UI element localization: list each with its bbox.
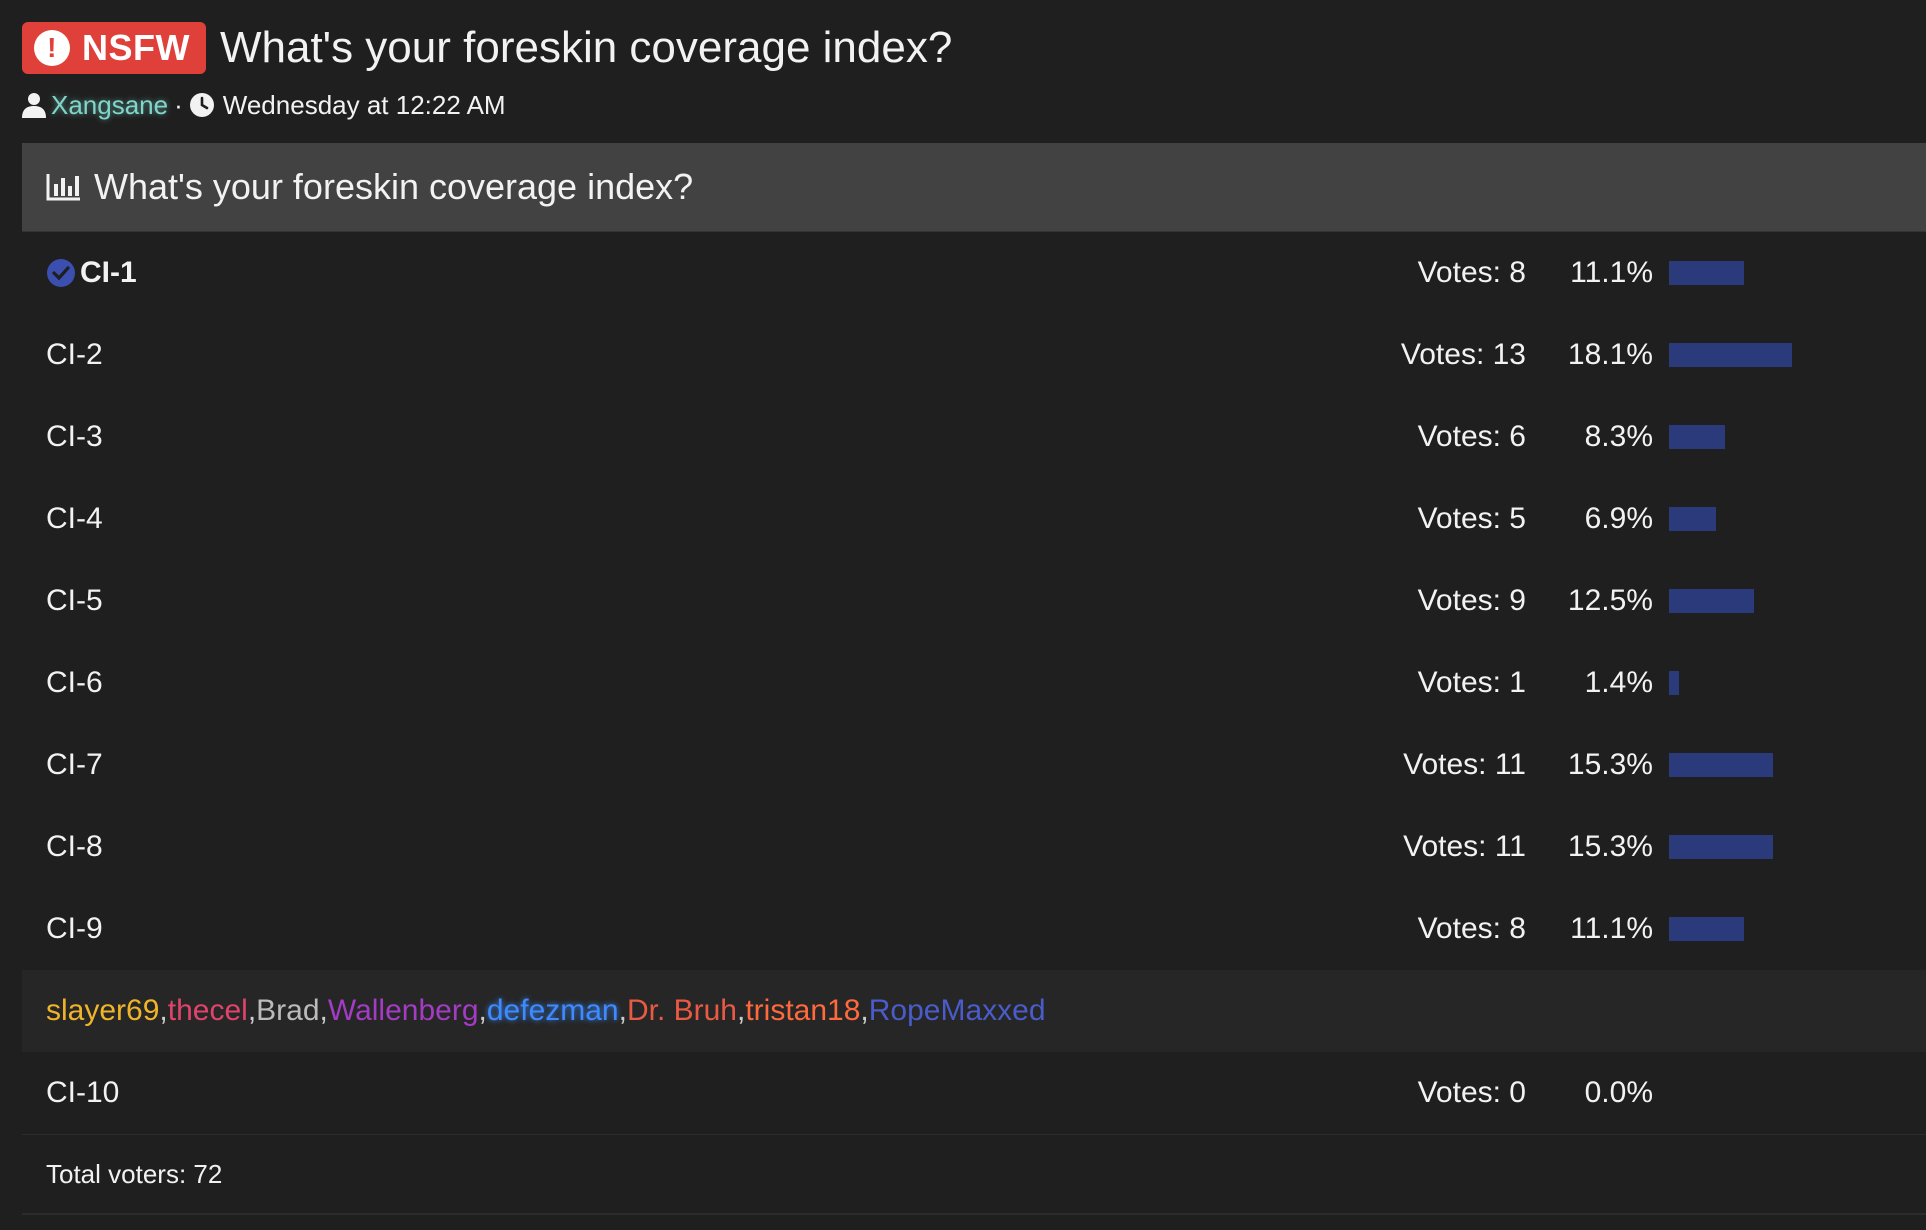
clock-icon bbox=[189, 93, 214, 117]
option-label: CI-9 bbox=[46, 888, 103, 970]
option-label-text: CI-9 bbox=[46, 912, 103, 945]
option-percent: 6.9% bbox=[1584, 502, 1653, 535]
nsfw-badge-label: NSFW bbox=[82, 27, 190, 68]
option-percent: 15.3% bbox=[1567, 748, 1653, 781]
option-votes: Votes: 6 bbox=[1417, 420, 1526, 453]
thread-title: What's your foreskin coverage index? bbox=[219, 23, 953, 72]
option-votes: Votes: 5 bbox=[1417, 502, 1526, 535]
thread-meta: Xangsane · Wednesday at 12:22 AM bbox=[22, 86, 506, 124]
voter-link[interactable]: defezman bbox=[487, 994, 619, 1028]
voter-link[interactable]: Dr. Bruh bbox=[627, 994, 737, 1028]
option-percent: 11.1% bbox=[1570, 912, 1653, 945]
poll-options: CI-1 Votes: 8 11.1% CI-2 Votes: 13 18.1% CI-3 V… bbox=[22, 232, 1926, 970]
voter-list: slayer69, thecel, Brad, Wallenberg, defe… bbox=[22, 970, 1926, 1052]
option-percent: 15.3% bbox=[1567, 830, 1653, 863]
option-label: CI-3 bbox=[46, 396, 103, 478]
option-label: CI-2 bbox=[46, 314, 103, 396]
poll-option-ci-6[interactable]: CI-6 Votes: 1 1.4% bbox=[22, 642, 1926, 724]
meta-separator: · bbox=[174, 89, 183, 120]
option-label: CI-4 bbox=[46, 478, 103, 560]
author-link[interactable]: Xangsane bbox=[51, 90, 168, 121]
voter-separator: , bbox=[618, 994, 627, 1027]
option-label-text: CI-7 bbox=[46, 748, 103, 781]
option-votes: Votes: 8 bbox=[1417, 912, 1526, 945]
option-label: CI-5 bbox=[46, 560, 103, 642]
option-label-text: CI-5 bbox=[46, 584, 103, 617]
poll-block: What's your foreskin coverage index? CI-… bbox=[22, 143, 1926, 1215]
option-bar bbox=[1669, 343, 1793, 367]
voter-link[interactable]: thecel bbox=[168, 994, 248, 1028]
option-percent: 12.5% bbox=[1567, 584, 1653, 617]
option-label: CI-6 bbox=[46, 642, 103, 724]
post-timestamp[interactable]: Wednesday at 12:22 AM bbox=[223, 90, 506, 121]
option-bar bbox=[1669, 589, 1754, 613]
voter-separator: , bbox=[860, 994, 869, 1027]
bar-chart-icon bbox=[46, 174, 80, 201]
voter-link[interactable]: Brad bbox=[256, 994, 319, 1028]
option-percent: 8.3% bbox=[1584, 420, 1653, 453]
option-label-text: CI-8 bbox=[46, 830, 103, 863]
option-label-text: CI-2 bbox=[46, 338, 103, 371]
option-label-text: CI-1 bbox=[80, 256, 137, 289]
option-bar bbox=[1669, 507, 1716, 531]
option-votes: Votes: 0 bbox=[1417, 1076, 1526, 1109]
option-votes: Votes: 9 bbox=[1417, 584, 1526, 617]
voter-link[interactable]: Wallenberg bbox=[328, 994, 479, 1028]
voter-separator: , bbox=[478, 994, 487, 1027]
check-circle-icon bbox=[47, 259, 75, 287]
voter-separator: , bbox=[247, 994, 257, 1027]
option-percent: 18.1% bbox=[1567, 338, 1653, 371]
option-label: CI-8 bbox=[46, 806, 103, 888]
poll-option-ci-5[interactable]: CI-5 Votes: 9 12.5% bbox=[22, 560, 1926, 642]
option-votes: Votes: 11 bbox=[1403, 830, 1526, 863]
option-label: CI-1 bbox=[46, 232, 137, 314]
option-bar bbox=[1669, 753, 1774, 777]
option-votes: Votes: 11 bbox=[1403, 748, 1526, 781]
poll-title: What's your foreskin coverage index? bbox=[94, 166, 694, 207]
divider bbox=[22, 1213, 1926, 1215]
option-percent: 1.4% bbox=[1584, 666, 1653, 699]
option-bar bbox=[1669, 671, 1679, 695]
option-votes: Votes: 13 bbox=[1400, 338, 1526, 371]
exclamation-icon: ! bbox=[34, 30, 70, 66]
user-icon bbox=[22, 93, 46, 118]
option-bar bbox=[1669, 835, 1774, 859]
poll-option-ci-1[interactable]: CI-1 Votes: 8 11.1% bbox=[22, 232, 1926, 314]
option-label: CI-10 bbox=[46, 1076, 120, 1109]
poll-option-ci-3[interactable]: CI-3 Votes: 6 8.3% bbox=[22, 396, 1926, 478]
voter-link[interactable]: tristan18 bbox=[745, 994, 860, 1028]
option-votes: Votes: 8 bbox=[1417, 256, 1526, 289]
poll-option-ci-10[interactable]: CI-10 Votes: 0 0.0% bbox=[22, 1052, 1926, 1134]
voter-separator: , bbox=[319, 994, 328, 1027]
voter-separator: , bbox=[737, 994, 746, 1027]
poll-option-ci-7[interactable]: CI-7 Votes: 11 15.3% bbox=[22, 724, 1926, 806]
option-label-text: CI-3 bbox=[46, 420, 103, 453]
poll-option-ci-8[interactable]: CI-8 Votes: 11 15.3% bbox=[22, 806, 1926, 888]
option-bar bbox=[1669, 261, 1745, 285]
option-label-text: CI-6 bbox=[46, 666, 103, 699]
poll-header: What's your foreskin coverage index? bbox=[22, 143, 1926, 232]
option-votes: Votes: 1 bbox=[1417, 666, 1526, 699]
poll-option-ci-9[interactable]: CI-9 Votes: 8 11.1% bbox=[22, 888, 1926, 970]
option-percent: 11.1% bbox=[1570, 256, 1653, 289]
poll-option-ci-4[interactable]: CI-4 Votes: 5 6.9% bbox=[22, 478, 1926, 560]
option-percent: 0.0% bbox=[1584, 1076, 1653, 1109]
nsfw-badge[interactable]: ! NSFW bbox=[22, 22, 206, 74]
option-label: CI-7 bbox=[46, 724, 103, 806]
option-bar bbox=[1669, 917, 1745, 941]
voter-separator: , bbox=[159, 994, 168, 1027]
thread-header: ! NSFW What's your foreskin coverage ind… bbox=[22, 18, 1926, 78]
total-voters: Total voters: 72 bbox=[46, 1158, 223, 1189]
poll-option-ci-2[interactable]: CI-2 Votes: 13 18.1% bbox=[22, 314, 1926, 396]
option-label-text: CI-4 bbox=[46, 502, 103, 535]
voter-link[interactable]: RopeMaxxed bbox=[869, 994, 1046, 1028]
option-bar bbox=[1669, 425, 1726, 449]
voter-link[interactable]: slayer69 bbox=[46, 994, 159, 1028]
